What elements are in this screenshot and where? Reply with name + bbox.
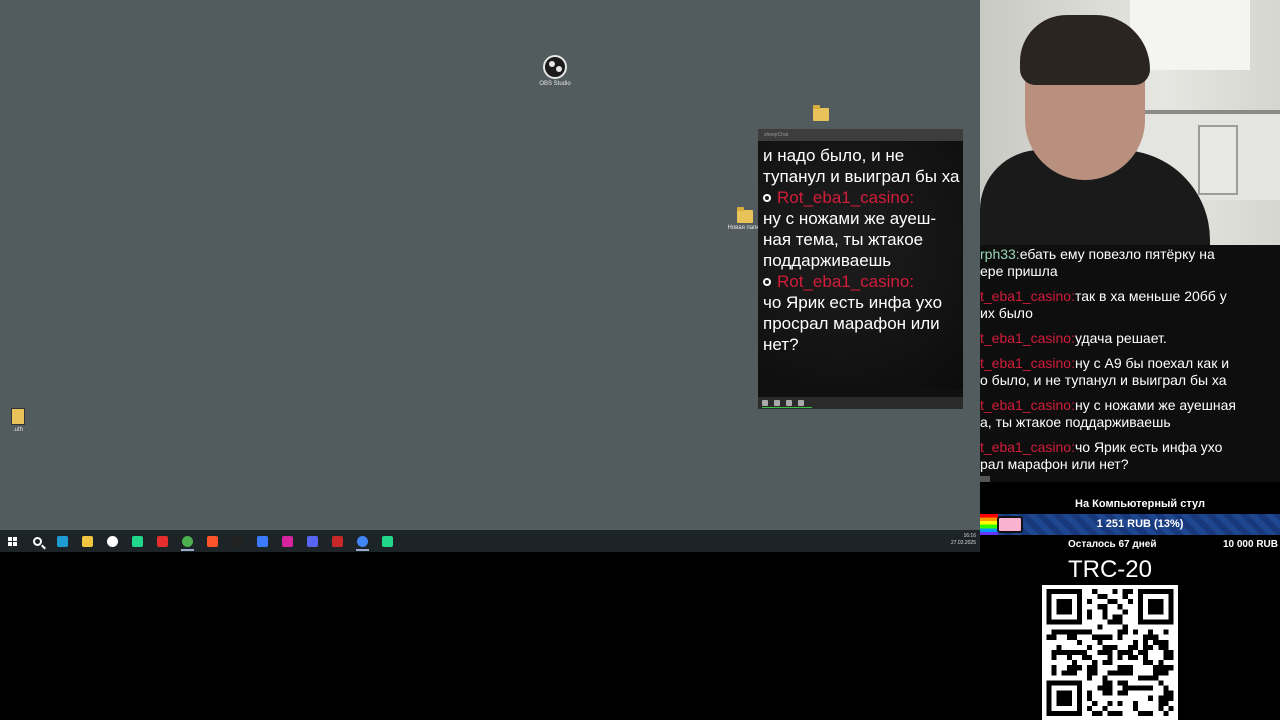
pycharm-icon [132, 535, 143, 547]
chat-message-text: ну с ножами же ауеш-ная тема, ты жтакое … [763, 209, 937, 270]
chat-username: t_eba1_casino: [980, 288, 1075, 304]
chat-message-text: ну с ножами же ауешная [1074, 397, 1236, 413]
taskbar-app-bluetooth[interactable] [250, 530, 275, 552]
taskbar-app-obs[interactable] [325, 530, 350, 552]
chat-popup-window[interactable]: sheepChat и надо было, и не тупанул и вы… [758, 129, 963, 409]
chat-popup-line: и надо было, и не тупанул и выиграл бы х… [763, 146, 960, 186]
chat-popup-message: Rot_eba1_casino: чо Ярик есть инфа ухо п… [763, 271, 960, 355]
settings-icon[interactable] [786, 400, 792, 406]
chat-progress-line [762, 407, 812, 408]
start-button[interactable] [0, 530, 25, 552]
taskbar-app-pycharm[interactable] [125, 530, 150, 552]
chat-username: Rot_eba1_casino: [777, 272, 915, 291]
folder-shortcut[interactable] [796, 105, 846, 121]
discord-icon [307, 535, 318, 547]
taskbar-app-yandex-browser[interactable] [100, 530, 125, 552]
taskbar-app-edge[interactable] [50, 530, 75, 552]
chat-message: t_eba1_casino:удача решает. [980, 330, 1280, 347]
taskbar-app-explorer[interactable] [75, 530, 100, 552]
bluetooth-icon [257, 535, 268, 547]
chat-username: t_eba1_casino: [980, 355, 1075, 371]
clock-date: 27.02.2025 [950, 540, 976, 546]
instagram-icon [282, 535, 293, 547]
taskbar-app-chrome-active[interactable] [350, 530, 375, 552]
taskbar-app-chrome[interactable] [175, 530, 200, 552]
goal-progress-bar: 1 251 RUB (13%) [980, 514, 1280, 535]
chat-message: t_eba1_casino:чо Ярик есть инфа ухо рал м… [980, 439, 1280, 473]
crypto-network-label: TRC-20 [1067, 556, 1152, 583]
qr-code [1042, 585, 1178, 720]
taskbar-app-brave[interactable] [200, 530, 225, 552]
badge-icon [763, 277, 771, 286]
chat-username: rph33: [980, 246, 1020, 262]
clock-time: 16:16 [963, 533, 976, 539]
chat-message-continuation: а, ты жтакое поддарживаешь [980, 414, 1171, 430]
chat-popup-controls [758, 397, 963, 409]
chat-popup-body: и надо было, и не тупанул и выиграл бы х… [758, 141, 963, 389]
search-icon [33, 536, 42, 546]
chat-message-text: ебать ему повезло пятёрку на [1019, 246, 1215, 262]
taskbar-app-yandex[interactable] [150, 530, 175, 552]
chat-username: t_eba1_casino: [980, 330, 1075, 346]
goal-target: 10 000 RUB [1222, 539, 1278, 550]
folder-icon [737, 207, 753, 223]
chat-username: t_eba1_casino: [980, 397, 1075, 413]
chat-popup-title: sheepChat [758, 129, 963, 141]
uth-file-shortcut[interactable]: .uth [0, 408, 43, 433]
chat-username: Rot_eba1_casino: [777, 188, 915, 207]
chat-message-text: чо Ярик есть инфа ухо [1074, 439, 1223, 455]
donation-goal: На Компьютерный стул 1 251 RUB (13%) Ост… [980, 495, 1280, 555]
obs-label: OBS Studio [539, 81, 571, 87]
scrollbar [980, 476, 990, 482]
chat-popup-message: Rot_eba1_casino: ну с ножами же ауеш-ная… [763, 187, 960, 271]
taskbar-app-app-m[interactable] [225, 530, 250, 552]
yandex-browser-icon [107, 535, 118, 547]
file-icon [11, 408, 25, 425]
chat-message: t_eba1_casino:ну с ножами же ауешная а, т… [980, 397, 1280, 431]
chat-username: t_eba1_casino: [980, 439, 1075, 455]
folder-icon [813, 105, 829, 121]
chat-message-continuation: их было [980, 305, 1033, 321]
desktop: OBS Studio Новая папка .uth sheepChat и … [0, 0, 980, 530]
system-clock[interactable]: 16:16 27.02.2025 [951, 533, 976, 547]
chat-message-text: так в ха меньше 20бб у [1074, 288, 1227, 304]
chat-message-text: удача решает. [1074, 330, 1167, 346]
chat-control-icon[interactable] [762, 400, 768, 406]
yandex-icon [157, 535, 168, 547]
stream-chat-overlay: rph33:ебать ему повезло пятёрку на ере пр… [980, 245, 1280, 482]
goal-meta: Осталось 67 дней 10 000 RUB [980, 539, 1280, 551]
chat-control-icon[interactable] [798, 400, 804, 406]
chat-message-text: чо Ярик есть инфа ухо просрал марафон ил… [763, 293, 943, 354]
search-button[interactable] [25, 530, 50, 552]
explorer-icon [82, 535, 93, 547]
taskbar-app-instagram[interactable] [275, 530, 300, 552]
obs-icon [332, 535, 343, 547]
webcam-feed [980, 0, 1280, 245]
chrome-icon [182, 535, 193, 547]
taskbar-app-discord[interactable] [300, 530, 325, 552]
windows-icon [8, 536, 17, 546]
badge-icon [763, 193, 771, 202]
chat-message-continuation: ере пришла [980, 263, 1058, 279]
chat-message: rph33:ебать ему повезло пятёрку на ере пр… [980, 246, 1280, 280]
taskbar-app-terminal[interactable] [375, 530, 400, 552]
chat-message-continuation: рал марафон или нет? [980, 456, 1129, 472]
chat-message: t_eba1_casino:так в ха меньше 20бб у их б… [980, 288, 1280, 322]
uth-label: .uth [12, 427, 23, 433]
goal-title: На Компьютерный стул [1075, 498, 1205, 510]
obs-icon [543, 55, 567, 79]
goal-remaining: Осталось 67 дней [1068, 539, 1157, 550]
chrome-active-icon [357, 535, 368, 547]
goal-amount: 1 251 RUB (13%) [1096, 518, 1184, 530]
taskbar: 16:16 27.02.2025 [0, 530, 980, 552]
edge-icon [57, 535, 68, 547]
chat-message-continuation: о было, и не тупанул и выиграл бы ха [980, 372, 1227, 388]
chat-control-icon[interactable] [774, 400, 780, 406]
chat-message: t_eba1_casino:ну с А9 бы поехал как ио б… [980, 355, 1280, 389]
brave-icon [207, 535, 218, 547]
chat-message-text: ну с А9 бы поехал как и [1074, 355, 1230, 371]
obs-studio-shortcut[interactable]: OBS Studio [530, 55, 580, 87]
terminal-icon [382, 535, 393, 547]
app-m-icon [232, 535, 243, 547]
